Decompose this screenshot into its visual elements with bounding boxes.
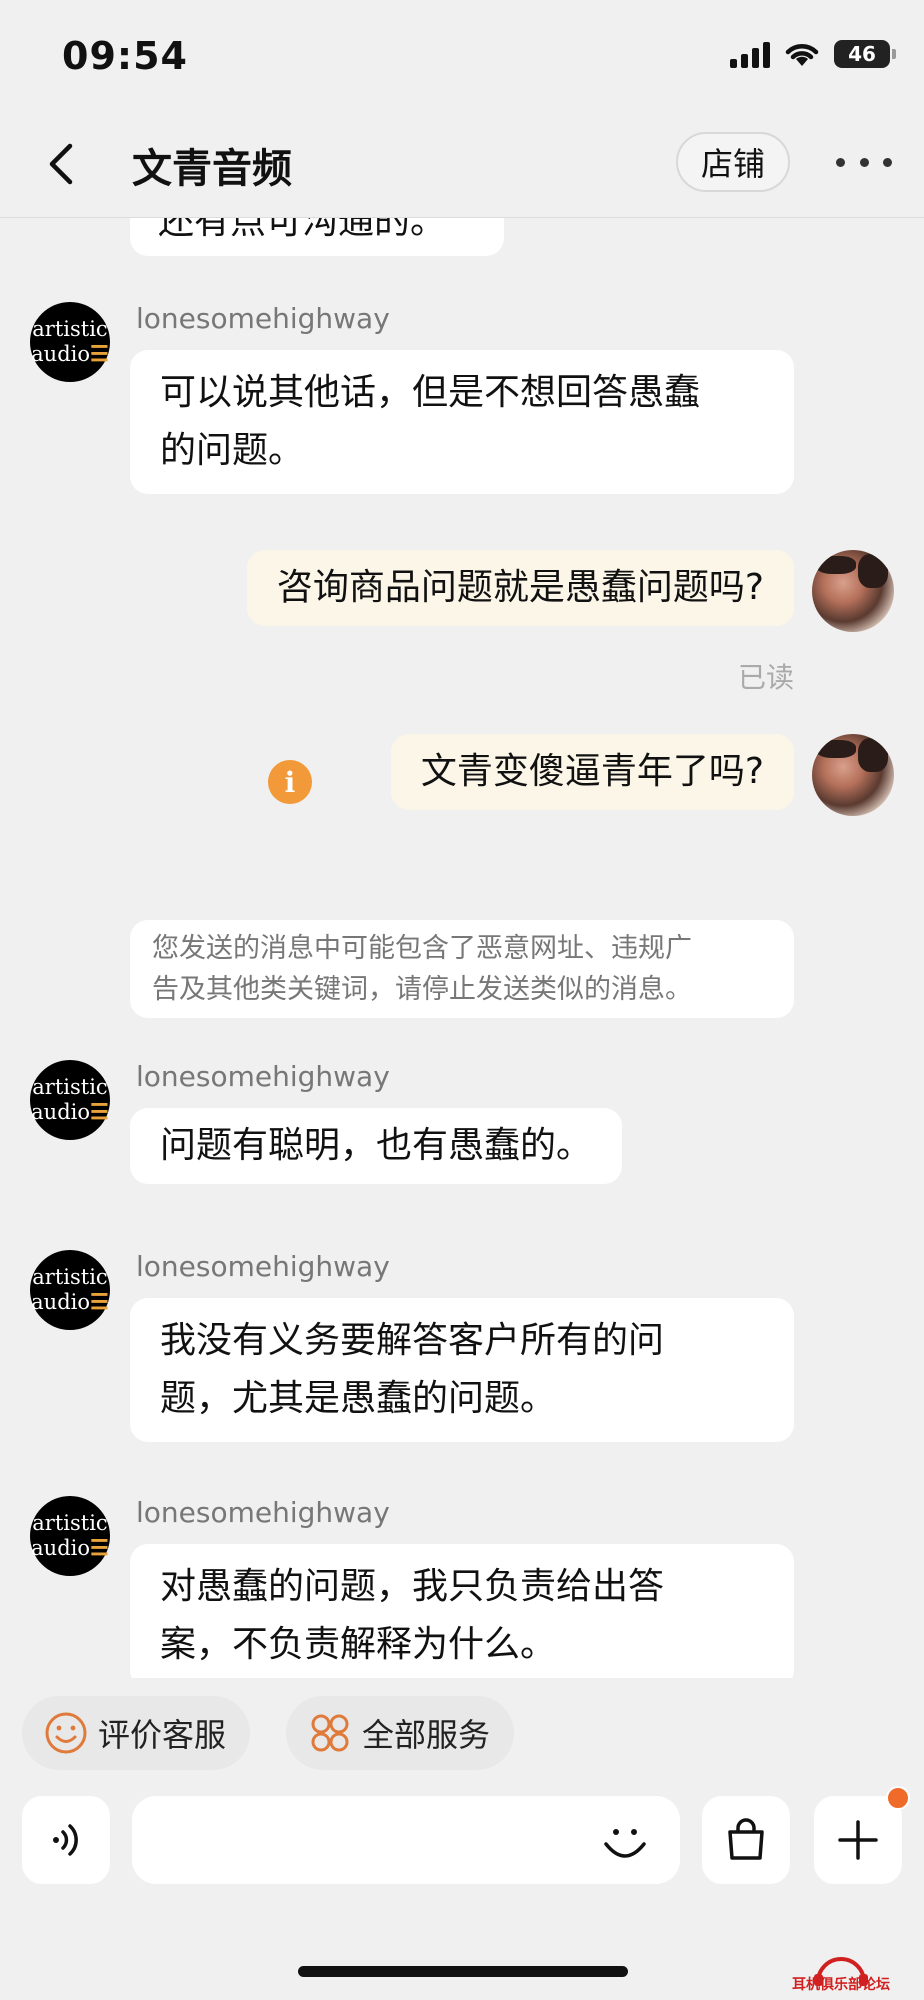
shop-button[interactable]: 店铺 bbox=[676, 132, 790, 192]
status-bar: 09:54 46 bbox=[0, 0, 924, 110]
quick-actions: 评价客服 全部服务 bbox=[0, 1696, 924, 1776]
sender-name: lonesomehighway bbox=[136, 1496, 390, 1529]
more-actions-button[interactable] bbox=[814, 1786, 910, 1884]
all-services-button[interactable]: 全部服务 bbox=[286, 1696, 515, 1770]
plus-icon bbox=[838, 1820, 878, 1860]
sender-name: lonesomehighway bbox=[136, 1250, 390, 1283]
notice-line: 告及其他类关键词，请停止发送类似的消息。 bbox=[152, 974, 692, 1005]
battery-icon: 46 bbox=[834, 40, 896, 68]
chip-label: 评价客服 bbox=[98, 1716, 227, 1754]
warning-icon[interactable]: i bbox=[268, 760, 312, 804]
message-bubble: 还有点可沟通的。 bbox=[130, 218, 504, 256]
system-notice: 您发送的消息中可能包含了恶意网址、违规广 告及其他类关键词，请停止发送类似的消息… bbox=[130, 920, 794, 1018]
nav-bar: 文青音频 店铺 bbox=[0, 110, 924, 218]
chat-area[interactable]: 还有点可沟通的。 artistic audio☰ lonesomehighway… bbox=[0, 218, 924, 1678]
user-avatar[interactable] bbox=[812, 550, 894, 632]
shop-avatar[interactable]: artistic audio☰ bbox=[30, 1060, 110, 1140]
message-line: 案，不负责解释为什么。 bbox=[160, 1624, 557, 1665]
sender-name: lonesomehighway bbox=[136, 1060, 390, 1093]
shop-avatar[interactable]: artistic audio☰ bbox=[30, 1250, 110, 1330]
message-bubble[interactable]: 我没有义务要解答客户所有的问 题，尤其是愚蠢的问题。 bbox=[130, 1298, 794, 1442]
outgoing-message-bubble[interactable]: 咨询商品问题就是愚蠢问题吗? bbox=[246, 550, 794, 626]
watermark-text: 耳机俱乐部论坛 bbox=[792, 1977, 890, 1993]
notification-dot bbox=[886, 1786, 910, 1810]
back-icon[interactable] bbox=[40, 140, 84, 188]
message-input[interactable] bbox=[132, 1796, 680, 1884]
status-time: 09:54 bbox=[62, 34, 188, 78]
more-icon[interactable] bbox=[836, 150, 892, 174]
message-bubble[interactable]: 可以说其他话，但是不想回答愚蠢 的问题。 bbox=[130, 350, 794, 494]
emoji-icon[interactable] bbox=[600, 1816, 650, 1866]
shop-avatar[interactable]: artistic audio☰ bbox=[30, 1496, 110, 1576]
watermark: 耳机俱乐部论坛 bbox=[766, 1952, 916, 2000]
product-button[interactable] bbox=[702, 1796, 790, 1884]
signal-icon bbox=[730, 40, 770, 68]
smile-icon bbox=[45, 1712, 87, 1754]
message-bubble[interactable]: 对愚蠢的问题，我只负责给出答 案，不负责解释为什么。 bbox=[130, 1544, 794, 1678]
wifi-icon bbox=[785, 44, 819, 66]
notice-line: 您发送的消息中可能包含了恶意网址、违规广 bbox=[152, 933, 692, 964]
shop-avatar[interactable]: artistic audio☰ bbox=[30, 302, 110, 382]
bag-icon bbox=[728, 1818, 764, 1860]
services-icon bbox=[311, 1714, 349, 1752]
status-icons: 46 bbox=[730, 40, 896, 68]
voice-icon bbox=[53, 1824, 78, 1856]
chat-screen: 09:54 46 文青音频 店铺 还有点可沟通的。 artistic audio… bbox=[0, 0, 924, 2000]
page-title: 文青音频 bbox=[132, 146, 292, 192]
read-status: 已读 bbox=[737, 661, 794, 694]
message-line: 我没有义务要解答客户所有的问 bbox=[160, 1320, 665, 1361]
message-line: 可以说其他话，但是不想回答愚蠢 bbox=[160, 372, 701, 413]
home-indicator[interactable] bbox=[298, 1966, 628, 1977]
chip-label: 全部服务 bbox=[362, 1716, 491, 1754]
message-bubble[interactable]: 问题有聪明，也有愚蠢的。 bbox=[130, 1108, 623, 1184]
voice-button[interactable] bbox=[22, 1796, 110, 1884]
rate-service-button[interactable]: 评价客服 bbox=[22, 1696, 251, 1770]
message-line: 题，尤其是愚蠢的问题。 bbox=[160, 1378, 557, 1419]
input-bar bbox=[0, 1786, 924, 1886]
message-line: 对愚蠢的问题，我只负责给出答 bbox=[160, 1566, 665, 1607]
message-text: 还有点可沟通的。 bbox=[158, 218, 447, 242]
message-line: 的问题。 bbox=[160, 430, 305, 471]
outgoing-message-bubble[interactable]: 文青变傻逼青年了吗? bbox=[390, 734, 794, 810]
sender-name: lonesomehighway bbox=[136, 302, 390, 335]
message-line: 问题有聪明，也有愚蠢的。 bbox=[160, 1125, 593, 1166]
user-avatar[interactable] bbox=[812, 734, 894, 816]
